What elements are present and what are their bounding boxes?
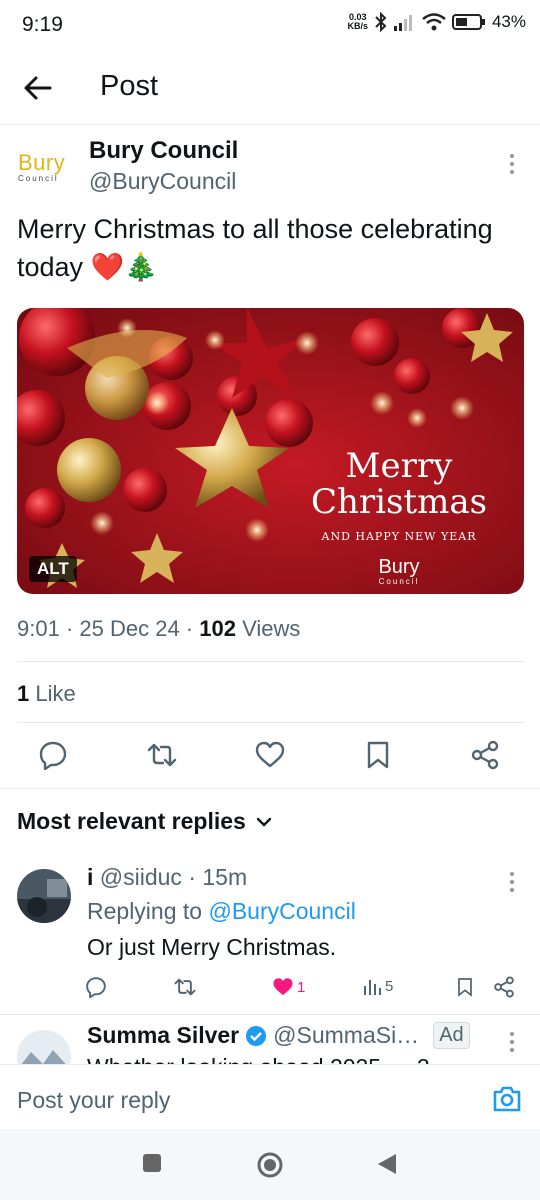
top-bar: Post bbox=[0, 50, 540, 125]
bluetooth-icon bbox=[375, 12, 387, 32]
signal-icon bbox=[393, 15, 412, 31]
ad-badge: Ad bbox=[433, 1022, 470, 1049]
repost-icon[interactable] bbox=[147, 740, 177, 770]
views-icon bbox=[364, 980, 381, 995]
replies-sort-label: Most relevant replies bbox=[17, 808, 246, 834]
reply-like-count: 1 bbox=[297, 978, 306, 996]
status-time: 9:19 bbox=[22, 13, 63, 36]
card-merry: Merry bbox=[345, 446, 453, 486]
author-avatar[interactable]: Bury Council bbox=[18, 152, 74, 192]
reply-actions: 1 5 bbox=[0, 976, 540, 1002]
repost-icon bbox=[174, 978, 196, 996]
post-time: 9:01 bbox=[17, 616, 60, 641]
reply-like-button[interactable]: 1 bbox=[272, 976, 305, 998]
system-nav-bar bbox=[0, 1129, 540, 1200]
reply-share-button[interactable] bbox=[493, 976, 515, 998]
network-speed: 0.03 KB/s bbox=[347, 12, 368, 31]
chevron-down-icon bbox=[256, 817, 272, 827]
bookmark-icon bbox=[458, 978, 472, 997]
card-christmas: Christmas bbox=[310, 482, 488, 522]
back-arrow-icon[interactable] bbox=[22, 72, 54, 104]
recents-icon[interactable] bbox=[142, 1153, 162, 1173]
reply-composer[interactable]: Post your reply bbox=[0, 1064, 540, 1130]
back-nav-icon[interactable] bbox=[376, 1153, 398, 1175]
divider bbox=[0, 1014, 540, 1015]
card-brand: Bury bbox=[378, 556, 420, 578]
camera-icon[interactable] bbox=[492, 1085, 522, 1113]
share-icon bbox=[494, 976, 514, 998]
reply-bookmark-button[interactable] bbox=[455, 976, 475, 998]
post-date: 25 Dec 24 bbox=[79, 616, 180, 641]
logo-sub: Council bbox=[18, 174, 59, 183]
reply-views-button[interactable]: 5 bbox=[362, 976, 393, 996]
share-icon[interactable] bbox=[470, 740, 500, 770]
author-handle[interactable]: @BuryCouncil bbox=[89, 168, 236, 195]
post-actions bbox=[0, 740, 540, 774]
reply-name[interactable]: i bbox=[87, 864, 93, 890]
card-brand-sub: Council bbox=[378, 577, 420, 586]
reply-header: i @siiduc · 15m bbox=[87, 864, 248, 890]
like-icon[interactable] bbox=[255, 740, 285, 770]
verified-badge-icon bbox=[246, 1025, 267, 1046]
ad-name[interactable]: Summa Silver bbox=[87, 1022, 239, 1049]
reply-age: 15m bbox=[202, 864, 248, 890]
home-icon[interactable] bbox=[256, 1151, 284, 1179]
reply-view-count: 5 bbox=[385, 977, 394, 995]
reply-icon[interactable] bbox=[38, 740, 68, 770]
divider bbox=[0, 788, 540, 789]
views-count: 102 bbox=[199, 616, 236, 641]
divider bbox=[17, 722, 524, 723]
heart-filled-icon bbox=[273, 978, 293, 996]
replies-sort-dropdown[interactable]: Most relevant replies bbox=[17, 808, 272, 835]
logo-word: Bury bbox=[18, 150, 66, 175]
likes-label: Like bbox=[35, 681, 76, 706]
reply-more-icon[interactable] bbox=[510, 872, 514, 896]
replying-to-link[interactable]: @BuryCouncil bbox=[208, 898, 355, 924]
more-options-icon[interactable] bbox=[510, 154, 514, 178]
likes-summary[interactable]: 1 Like bbox=[17, 681, 76, 707]
reply-text: Or just Merry Christmas. bbox=[87, 934, 337, 960]
reply-repost-button[interactable] bbox=[174, 976, 196, 998]
post-meta: 9:01 · 25 Dec 24 · 102 Views bbox=[17, 616, 301, 641]
post-text: Merry Christmas to all those celebrating… bbox=[17, 214, 493, 282]
page-title: Post bbox=[100, 70, 159, 102]
reply-icon bbox=[86, 977, 106, 998]
likes-count: 1 bbox=[17, 681, 30, 706]
reply-avatar[interactable] bbox=[17, 869, 71, 923]
reply-reply-button[interactable] bbox=[85, 976, 107, 998]
divider bbox=[17, 661, 524, 662]
ad-preview-text: Whether looking ahead 2025 → 2 bbox=[87, 1054, 487, 1064]
reply-input-placeholder[interactable]: Post your reply bbox=[17, 1087, 170, 1114]
battery-percent: 43% bbox=[491, 12, 526, 31]
ad-handle[interactable]: @SummaSi… bbox=[273, 1022, 419, 1049]
post-image[interactable]: Merry Christmas AND HAPPY NEW YEAR Bury … bbox=[17, 308, 524, 594]
alt-badge[interactable]: ALT bbox=[29, 556, 77, 582]
wifi-icon bbox=[422, 13, 446, 31]
battery-icon bbox=[451, 14, 485, 30]
replying-to: Replying to @BuryCouncil bbox=[87, 898, 356, 924]
card-new-year: AND HAPPY NEW YEAR bbox=[321, 530, 477, 543]
bookmark-icon[interactable] bbox=[363, 740, 393, 770]
reply-handle[interactable]: @siiduc bbox=[100, 864, 182, 890]
status-bar: 9:19 0.03 KB/s 43% bbox=[0, 0, 540, 50]
views-label: Views bbox=[242, 616, 301, 641]
ad-more-icon[interactable] bbox=[510, 1032, 514, 1056]
author-name[interactable]: Bury Council bbox=[89, 137, 238, 165]
ad-header: Summa Silver @SummaSi… Ad bbox=[87, 1022, 470, 1049]
